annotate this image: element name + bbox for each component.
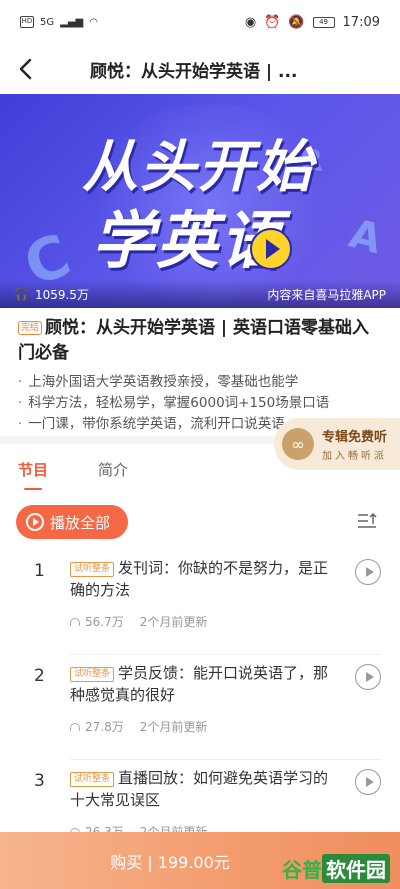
- episode-play-button[interactable]: [355, 664, 381, 690]
- episode-title-block: 试听整条 发刊词：你缺的不是努力，是正确的方法: [70, 557, 330, 601]
- banner-play-icon: [250, 228, 292, 270]
- signal-label: 5G: [40, 16, 55, 28]
- album-title: 顾悦：从头开始学英语 | 英语口语零基础入门必备: [18, 318, 370, 363]
- watermark-part2: 软件园: [322, 854, 390, 883]
- tab-bar: 节目 简介: [0, 452, 400, 492]
- watermark-part1: 谷普: [282, 858, 322, 882]
- finished-badge: 完结: [18, 321, 43, 335]
- mute-icon: 🔕: [288, 14, 305, 30]
- highlight-item: 上海外国语大学英语教授亲授，零基础也能学: [18, 372, 382, 393]
- chevron-left-icon: [19, 58, 32, 80]
- trial-tag: 试听整条: [70, 562, 115, 577]
- episode-number: 1: [34, 561, 45, 581]
- status-right: ◉ ⏰ 🔕 49 17:09: [245, 15, 380, 30]
- buy-button[interactable]: 购买 | 199.00元: [110, 849, 230, 873]
- episode-meta: 56.7万 2个月前更新: [70, 613, 207, 630]
- play-icon: [365, 567, 374, 577]
- source-note: 内容来自喜马拉雅APP: [267, 287, 386, 302]
- episode-meta: 27.8万 2个月前更新: [70, 718, 207, 735]
- episode-plays: 27.8万: [85, 720, 124, 734]
- sort-icon[interactable]: [356, 511, 378, 531]
- album-title-block: 完结 顾悦：从头开始学英语 | 英语口语零基础入门必备: [18, 316, 382, 366]
- episode-play-button[interactable]: [355, 769, 381, 795]
- episode-plays: 56.7万: [85, 615, 124, 629]
- alarm-icon: ⏰: [264, 14, 281, 30]
- episode-number: 2: [34, 666, 45, 686]
- watermark-logo: 谷普 软件园: [282, 854, 390, 883]
- episode-row[interactable]: 1 试听整条 发刊词：你缺的不是努力，是正确的方法 56.7万 2个月前更新: [0, 543, 400, 655]
- play-icon: [365, 777, 374, 787]
- headphone-icon: 🎧: [14, 287, 29, 301]
- play-all-button[interactable]: 播放全部: [16, 505, 128, 539]
- vip-promo-title: 专辑免费听: [322, 430, 388, 445]
- top-nav: 顾悦：从头开始学英语 | ...: [0, 44, 400, 94]
- page-title: 顾悦：从头开始学英语 | ...: [90, 61, 298, 82]
- hd-icon: HD: [20, 16, 34, 28]
- tab-episodes[interactable]: 节目: [18, 452, 48, 492]
- eye-icon: ◉: [244, 14, 257, 30]
- trial-tag: 试听整条: [70, 772, 115, 787]
- decor-letter-a: A: [344, 210, 387, 264]
- episode-play-button[interactable]: [355, 559, 381, 585]
- status-left: HD 5G ▂▄▆ ◠: [20, 16, 98, 28]
- album-cover-banner[interactable]: C A R 从头开始 学英语 🎧 1059.5万 内容来自喜马拉雅APP: [0, 94, 400, 308]
- headphone-icon: [70, 722, 80, 731]
- episode-title-block: 试听整条 学员反馈：能开口说英语了，那种感觉真的很好: [70, 662, 330, 706]
- episode-updated: 2个月前更新: [139, 720, 208, 734]
- play-icon: [365, 672, 374, 682]
- episode-row[interactable]: 2 试听整条 学员反馈：能开口说英语了，那种感觉真的很好 27.8万 2个月前更新: [0, 648, 400, 760]
- highlight-item: 科学方法，轻松易学，掌握6000词+150场景口语: [18, 393, 382, 414]
- battery-icon: 49: [312, 16, 335, 28]
- trial-tag: 试听整条: [70, 667, 115, 682]
- episode-updated: 2个月前更新: [139, 615, 208, 629]
- status-bar: HD 5G ▂▄▆ ◠ ◉ ⏰ 🔕 49 17:09: [0, 0, 400, 44]
- episode-title-block: 试听整条 直播回放：如何避免英语学习的十大常见误区: [70, 767, 330, 811]
- wifi-icon: ◠: [89, 16, 98, 28]
- episode-number: 3: [34, 771, 45, 791]
- play-all-label: 播放全部: [50, 513, 111, 532]
- back-button[interactable]: [0, 44, 50, 94]
- play-circle-icon: [26, 513, 44, 531]
- play-count: 1059.5万: [34, 287, 89, 302]
- headphone-icon: [70, 617, 80, 626]
- banner-footer: 🎧 1059.5万 内容来自喜马拉雅APP: [0, 280, 400, 308]
- tab-intro[interactable]: 简介: [98, 452, 128, 492]
- signal-icon: ▂▄▆: [60, 16, 84, 28]
- clock: 17:09: [342, 14, 380, 30]
